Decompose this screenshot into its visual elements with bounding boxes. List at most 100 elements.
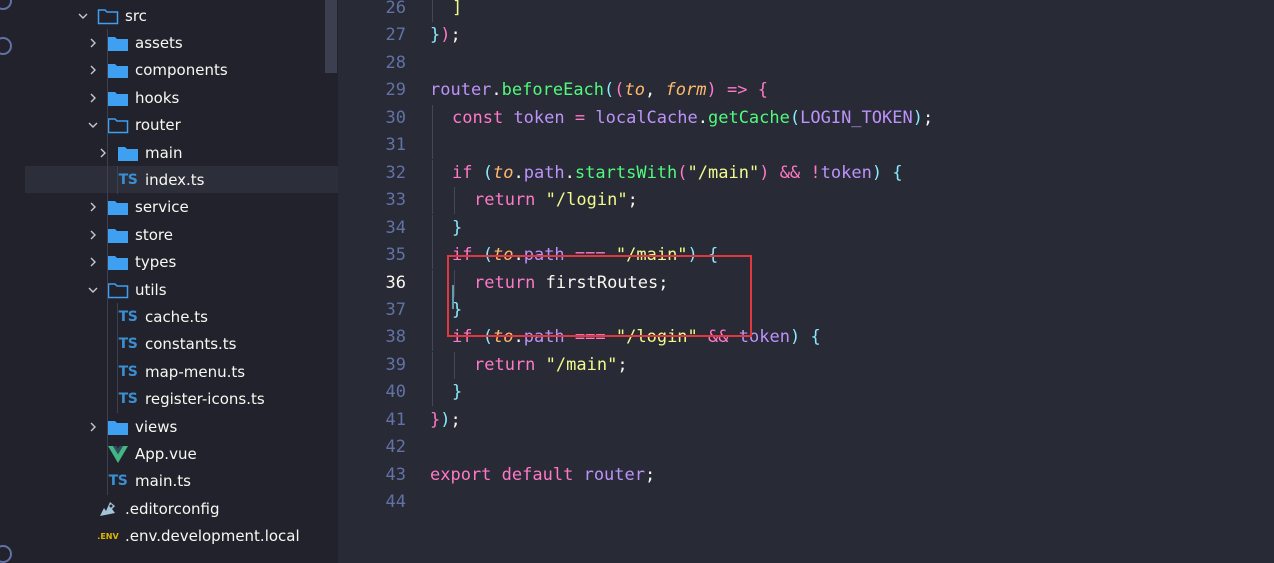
- code-line[interactable]: 42: [338, 434, 1274, 461]
- folder-icon: [107, 198, 129, 216]
- code-token: if: [452, 162, 473, 183]
- code-token: ;: [645, 464, 656, 485]
- code-token: LOGIN_TOKEN: [800, 107, 913, 128]
- typescript-icon: TS: [117, 390, 139, 408]
- code-token: return: [474, 190, 536, 211]
- code-token: "/main": [687, 162, 760, 183]
- tree-item-store[interactable]: store: [25, 221, 338, 248]
- chevron-right-icon[interactable]: [85, 254, 101, 270]
- tree-indent-guide: [107, 29, 108, 496]
- tree-item-map-menu-ts[interactable]: TS map-menu.ts: [25, 358, 338, 385]
- tree-item-cache-ts[interactable]: TS cache.ts: [25, 303, 338, 330]
- tree-item-hooks[interactable]: hooks: [25, 84, 338, 111]
- file-explorer: src assets components hooks router main TS inde…: [25, 0, 338, 563]
- tree-item-constants-ts[interactable]: TS constants.ts: [25, 331, 338, 358]
- code-token: {: [892, 162, 903, 183]
- tree-item-label: map-menu.ts: [145, 362, 246, 381]
- typescript-badge: TS: [108, 473, 128, 490]
- explorer-scrollbar[interactable]: [325, 0, 337, 73]
- code-line[interactable]: 41});: [338, 407, 1274, 434]
- code-token: export: [430, 464, 492, 485]
- code-line[interactable]: 40}: [338, 379, 1274, 407]
- code-token: ): [440, 409, 451, 430]
- code-line[interactable]: 44: [338, 489, 1274, 516]
- tree-item-types[interactable]: types: [25, 249, 338, 276]
- indent-guide: [432, 214, 433, 242]
- line-number: 29: [385, 80, 406, 101]
- code-token: (: [677, 162, 688, 183]
- tree-item-service[interactable]: service: [25, 194, 338, 221]
- chevron-right-icon[interactable]: [85, 419, 101, 435]
- code-line[interactable]: 34}: [338, 214, 1274, 242]
- tree-item-label: index.ts: [145, 170, 205, 189]
- chevron-right-icon[interactable]: [85, 62, 101, 78]
- code-token: to: [624, 80, 646, 101]
- code-token: .: [491, 80, 502, 101]
- code-token: .: [697, 107, 708, 128]
- tree-item-utils[interactable]: utils: [25, 276, 338, 303]
- folder-open-icon: [107, 281, 129, 299]
- code-token: ;: [450, 409, 461, 430]
- code-token: ): [440, 25, 451, 46]
- chevron-down-icon[interactable]: [85, 282, 101, 298]
- typescript-icon: TS: [117, 363, 139, 381]
- chevron-right-icon[interactable]: [95, 145, 111, 161]
- code-text: export default router;: [430, 462, 655, 489]
- tree-item-label: types: [135, 253, 177, 272]
- line-number: 41: [385, 409, 406, 430]
- chevron-right-icon[interactable]: [85, 35, 101, 51]
- chevron-right-icon[interactable]: [85, 199, 101, 215]
- manage-icon[interactable]: [0, 545, 12, 563]
- folder-icon: [107, 253, 129, 271]
- code-line[interactable]: 43 export default router;: [338, 462, 1274, 489]
- typescript-icon: TS: [117, 335, 139, 353]
- code-token: (: [604, 80, 615, 101]
- tree-item-app-vue[interactable]: App.vue: [25, 440, 338, 467]
- code-line[interactable]: 27});: [338, 22, 1274, 49]
- code-token: =: [574, 107, 586, 128]
- folder-icon: [107, 61, 129, 79]
- code-token: to: [492, 162, 514, 183]
- chevron-right-icon[interactable]: [85, 90, 101, 106]
- line-number: 36: [385, 272, 406, 293]
- tree-item-views[interactable]: views: [25, 413, 338, 440]
- tree-item-router[interactable]: router: [25, 112, 338, 139]
- tree-item-src[interactable]: src: [25, 2, 338, 29]
- indent-guide: [432, 187, 433, 215]
- tree-item-editorconfig[interactable]: .editorconfig: [25, 495, 338, 522]
- code-line[interactable]: 26]: [338, 0, 1274, 22]
- account-icon[interactable]: [0, 0, 12, 10]
- tree-item-main[interactable]: main: [25, 139, 338, 166]
- tree-item-env-development-local[interactable]: .ENV .env.development.local: [25, 523, 338, 550]
- code-line[interactable]: 28: [338, 50, 1274, 77]
- code-line[interactable]: 39 return "/main";: [338, 351, 1274, 379]
- tree-item-assets[interactable]: assets: [25, 29, 338, 56]
- tree-item-main-ts[interactable]: TS main.ts: [25, 468, 338, 495]
- tree-item-components[interactable]: components: [25, 57, 338, 84]
- chevron-right-icon[interactable]: [85, 227, 101, 243]
- code-text: }: [452, 215, 462, 242]
- line-number: 44: [385, 492, 406, 513]
- code-line[interactable]: 31: [338, 132, 1274, 160]
- code-line[interactable]: 32 if (to.path.startsWith("/main") && !to…: [338, 159, 1274, 187]
- code-line[interactable]: 33 return "/login";: [338, 187, 1274, 215]
- chevron-down-icon[interactable]: [75, 8, 91, 24]
- tree-item-label: main: [145, 143, 183, 162]
- indent-guide: [432, 104, 433, 132]
- code-text: return "/login";: [474, 187, 638, 214]
- chevron-down-icon[interactable]: [85, 117, 101, 133]
- activity-bar: [0, 0, 25, 563]
- code-line[interactable]: 29 router.beforeEach((to, form) => {: [338, 77, 1274, 104]
- tree-item-index-ts[interactable]: TS index.ts: [25, 166, 338, 194]
- settings-icon[interactable]: [0, 37, 12, 55]
- folder-open-icon: [107, 116, 129, 134]
- code-token: .: [564, 162, 575, 183]
- editorconfig-icon: [97, 500, 119, 518]
- code-line[interactable]: 30 const token = localCache.getCache(LOGI…: [338, 104, 1274, 132]
- tree-item-register-icons-ts[interactable]: TS register-icons.ts: [25, 386, 338, 413]
